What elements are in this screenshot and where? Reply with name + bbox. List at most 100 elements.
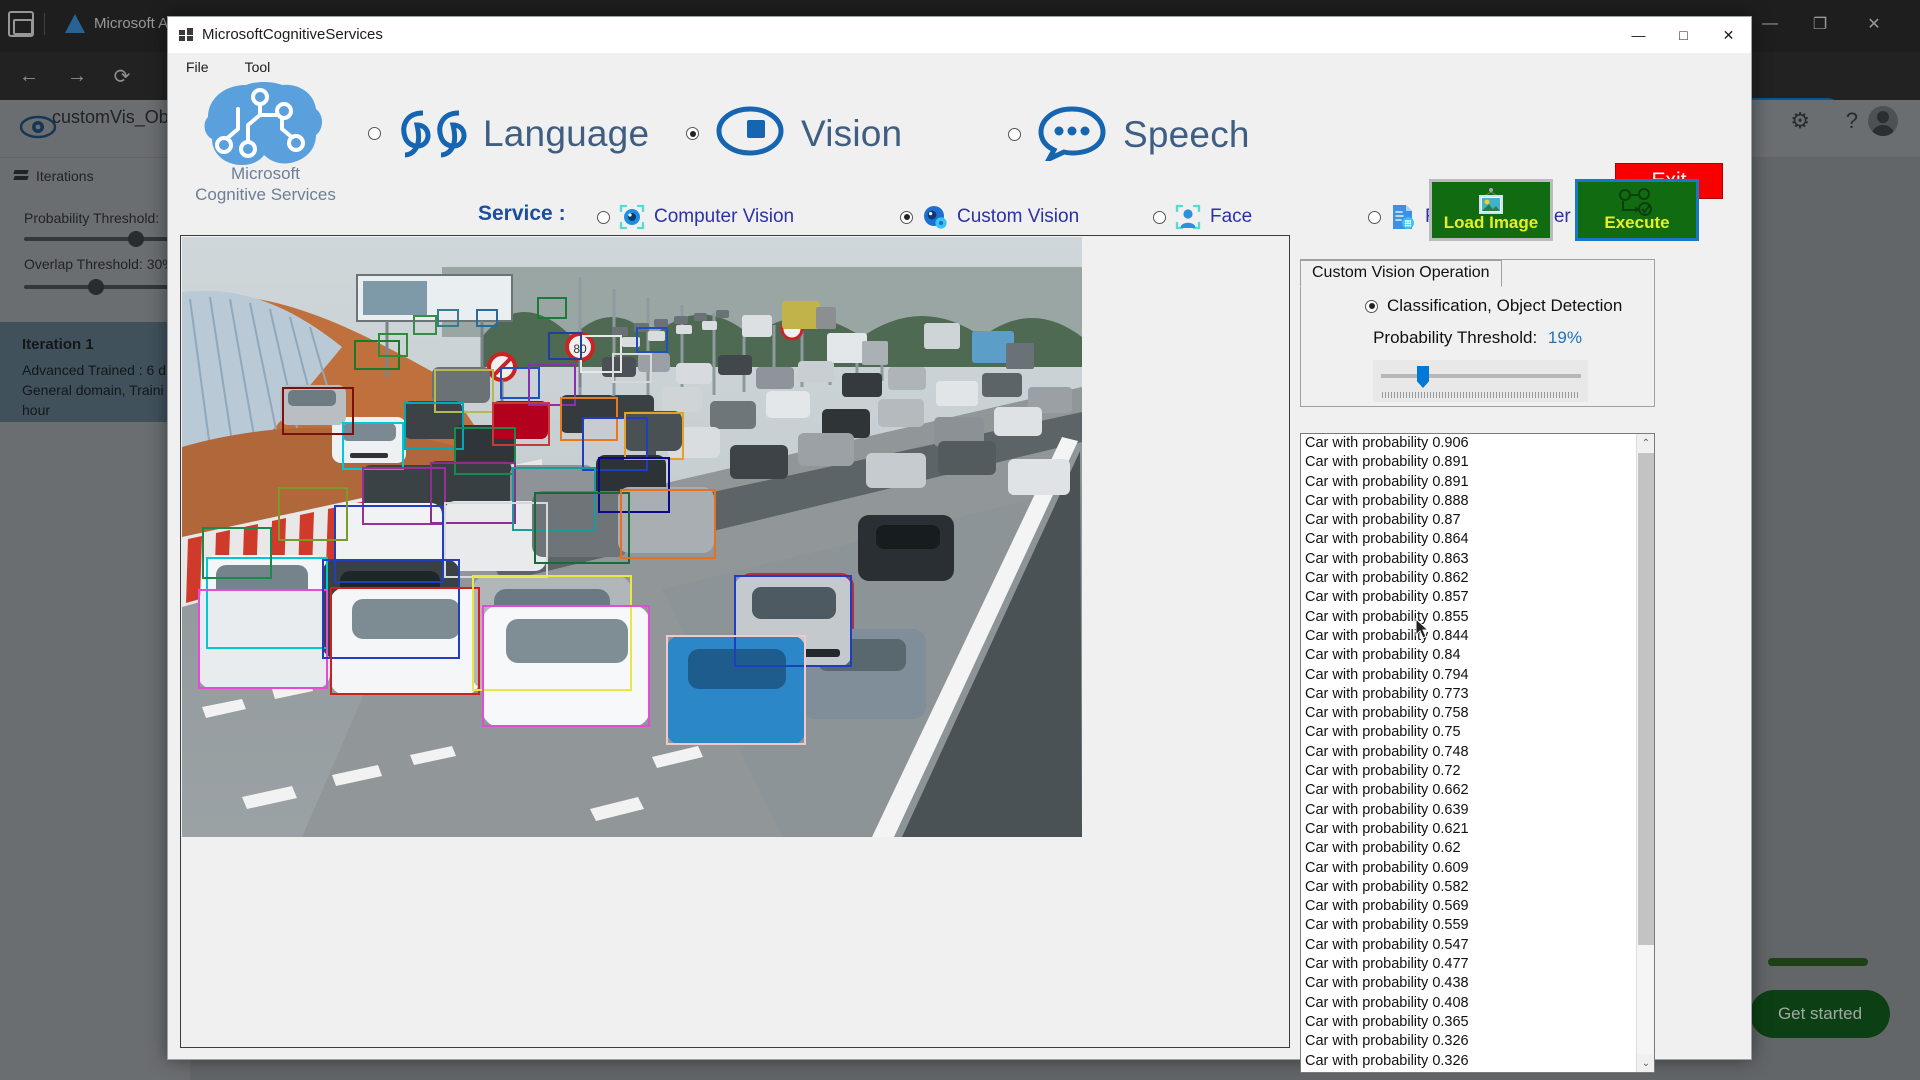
- app-titlebar: MicrosoftCognitiveServices — □ ✕: [168, 17, 1751, 53]
- slider-ticks: [1382, 392, 1580, 398]
- sidebar-section-iterations[interactable]: Iterations: [14, 168, 94, 184]
- radio-language[interactable]: [368, 127, 381, 140]
- app-maximize-button[interactable]: □: [1661, 17, 1706, 53]
- help-icon[interactable]: ?: [1846, 108, 1858, 134]
- mouse-cursor: [1415, 617, 1430, 639]
- browser-forward-button[interactable]: →: [60, 60, 94, 92]
- results-scrollbar[interactable]: ⌃ ⌄: [1636, 434, 1654, 1072]
- list-item[interactable]: Car with probability 0.477: [1301, 955, 1636, 974]
- list-item[interactable]: Car with probability 0.621: [1301, 820, 1636, 839]
- list-item[interactable]: Car with probability 0.906: [1301, 434, 1636, 453]
- radio-speech[interactable]: [1008, 128, 1021, 141]
- service-computer-vision[interactable]: Computer Vision: [597, 204, 794, 230]
- detection-box: [278, 487, 348, 541]
- radio-vision[interactable]: [686, 127, 699, 140]
- list-item[interactable]: Car with probability 0.87: [1301, 511, 1636, 530]
- execute-button[interactable]: Execute: [1575, 179, 1699, 241]
- list-item[interactable]: Car with probability 0.891: [1301, 473, 1636, 492]
- eye-icon: [713, 103, 787, 164]
- app-window-controls: — □ ✕: [1616, 17, 1751, 53]
- menu-item-tool[interactable]: Tool: [239, 57, 277, 77]
- brand-line-1: Microsoft: [231, 164, 300, 183]
- list-item[interactable]: Car with probability 0.365: [1301, 1013, 1636, 1032]
- probability-threshold-slider[interactable]: [1373, 360, 1588, 402]
- image-preview-panel: 80: [180, 235, 1290, 1048]
- list-item[interactable]: Car with probability 0.888: [1301, 492, 1636, 511]
- load-image-button[interactable]: Load Image: [1429, 179, 1553, 241]
- list-item[interactable]: Car with probability 0.72: [1301, 762, 1636, 781]
- list-item[interactable]: Car with probability 0.547: [1301, 936, 1636, 955]
- app-menubar: File Tool: [168, 53, 1751, 81]
- list-item[interactable]: Car with probability 0.857: [1301, 588, 1636, 607]
- menu-item-file[interactable]: File: [180, 57, 215, 77]
- list-item[interactable]: Car with probability 0.62: [1301, 839, 1636, 858]
- scroll-up-arrow-icon[interactable]: ⌃: [1637, 434, 1654, 452]
- browser-back-button[interactable]: ←: [12, 60, 46, 92]
- service-label-computer-vision: Computer Vision: [654, 206, 795, 227]
- browser-maximize-button[interactable]: ❐: [1800, 8, 1840, 40]
- radio-custom-vision[interactable]: [900, 210, 913, 224]
- radio-computer-vision[interactable]: [597, 210, 610, 224]
- browser-close-button[interactable]: ✕: [1854, 8, 1894, 40]
- results-items: Car with probability 0.906 Car with proba…: [1301, 434, 1636, 1073]
- detection-image[interactable]: 80: [182, 237, 1082, 837]
- list-item[interactable]: Car with probability 0.438: [1301, 974, 1636, 993]
- list-item[interactable]: Car with probability 0.758: [1301, 704, 1636, 723]
- sidebar-probability-threshold-label: Probability Threshold:: [24, 210, 160, 226]
- radio-form-recognizer[interactable]: [1368, 210, 1381, 224]
- list-item[interactable]: Car with probability 0.891: [1301, 453, 1636, 472]
- image-icon: [1473, 188, 1509, 223]
- app-window-title: MicrosoftCognitiveServices: [202, 26, 383, 43]
- modality-vision[interactable]: Vision: [686, 103, 902, 164]
- gear-icon[interactable]: ⚙: [1790, 108, 1810, 134]
- radio-face[interactable]: [1153, 210, 1166, 224]
- list-item[interactable]: Car with probability 0.794: [1301, 666, 1636, 685]
- list-item[interactable]: Car with probability 0.569: [1301, 897, 1636, 916]
- tab-custom-vision-operation[interactable]: Custom Vision Operation: [1300, 260, 1502, 287]
- sidebar-item-iteration-1[interactable]: Iteration 1 Advanced Trained : 6 d Gener…: [0, 322, 190, 422]
- results-listbox[interactable]: Car with probability 0.906 Car with proba…: [1300, 433, 1655, 1073]
- tab-actions-icon[interactable]: [8, 10, 34, 37]
- list-item[interactable]: Car with probability 0.84: [1301, 646, 1636, 665]
- detection-box: [282, 387, 354, 435]
- radio-classification-object-detection[interactable]: [1365, 299, 1378, 313]
- browser-minimize-button[interactable]: —: [1750, 8, 1790, 40]
- customvision-sidebar: Iterations Probability Threshold: Overla…: [0, 158, 190, 1080]
- service-custom-vision[interactable]: Custom Vision: [900, 204, 1079, 230]
- app-close-button[interactable]: ✕: [1706, 17, 1751, 53]
- list-item[interactable]: Car with probability 0.75: [1301, 723, 1636, 742]
- list-item[interactable]: Car with probability 0.773: [1301, 685, 1636, 704]
- probability-threshold-label: Probability Threshold:: [1373, 328, 1538, 347]
- sidebar-probability-slider-thumb[interactable]: [128, 231, 144, 247]
- browser-reload-button[interactable]: ⟳: [105, 60, 139, 92]
- list-item[interactable]: Car with probability 0.864: [1301, 530, 1636, 549]
- get-started-button[interactable]: Get started: [1750, 990, 1890, 1038]
- operation-mode-option[interactable]: Classification, Object Detection: [1365, 296, 1622, 316]
- modality-language[interactable]: Language: [368, 103, 649, 164]
- scrollbar-thumb[interactable]: [1638, 453, 1654, 945]
- avatar[interactable]: [1868, 106, 1898, 136]
- list-item[interactable]: Car with probability 0.662: [1301, 781, 1636, 800]
- list-item[interactable]: Car with probability 0.326: [1301, 1052, 1636, 1071]
- list-item[interactable]: Car with probability 0.582: [1301, 878, 1636, 897]
- modality-speech[interactable]: Speech: [1008, 103, 1250, 166]
- list-item[interactable]: Car with probability 0.855: [1301, 608, 1636, 627]
- sidebar-probability-slider[interactable]: [24, 237, 179, 241]
- list-item[interactable]: Car with probability 0.609: [1301, 859, 1636, 878]
- list-item[interactable]: Car with probability 0.305: [1301, 1071, 1636, 1073]
- list-item[interactable]: Car with probability 0.326: [1301, 1032, 1636, 1051]
- slider-thumb[interactable]: [1417, 366, 1429, 388]
- sidebar-overlap-slider-thumb[interactable]: [88, 279, 104, 295]
- sidebar-section-label: Iterations: [36, 168, 94, 184]
- list-item[interactable]: Car with probability 0.408: [1301, 994, 1636, 1013]
- list-item[interactable]: Car with probability 0.863: [1301, 550, 1636, 569]
- list-item[interactable]: Car with probability 0.844: [1301, 627, 1636, 646]
- list-item[interactable]: Car with probability 0.862: [1301, 569, 1636, 588]
- list-item[interactable]: Car with probability 0.639: [1301, 801, 1636, 820]
- detection-box: [624, 412, 684, 460]
- app-minimize-button[interactable]: —: [1616, 17, 1661, 53]
- list-item[interactable]: Car with probability 0.559: [1301, 916, 1636, 935]
- list-item[interactable]: Car with probability 0.748: [1301, 743, 1636, 762]
- scroll-down-arrow-icon[interactable]: ⌄: [1637, 1054, 1654, 1072]
- service-face[interactable]: Face: [1153, 204, 1252, 230]
